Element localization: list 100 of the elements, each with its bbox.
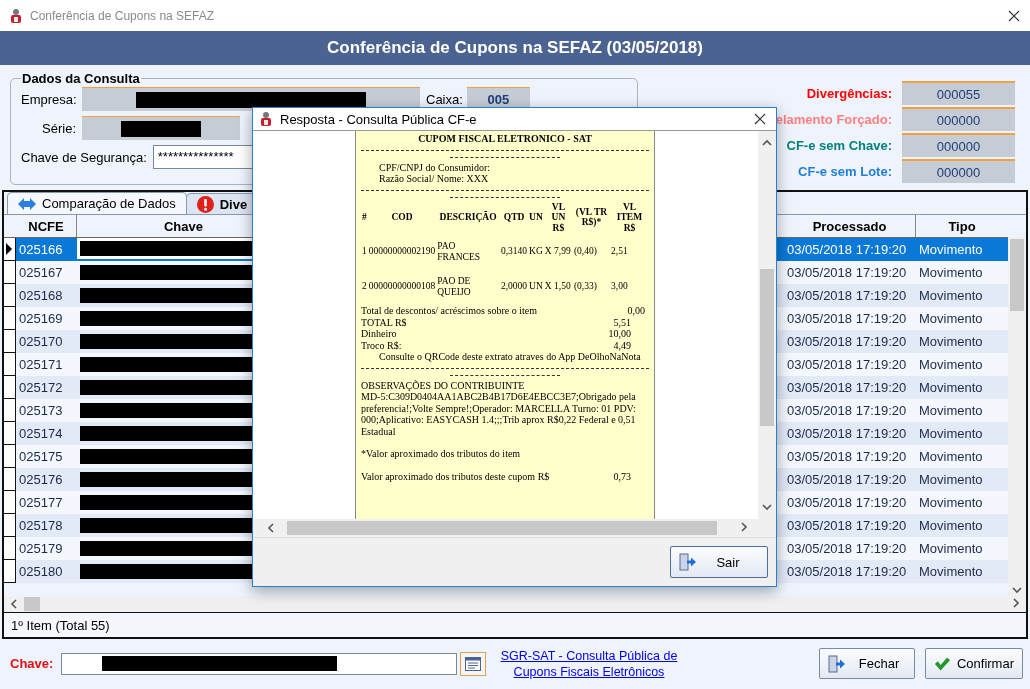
- receipt-cell-text: 00000000002190: [367, 245, 437, 259]
- receipt-cell-text: X 1,50: [543, 280, 572, 294]
- table-cell-text: 025166: [18, 241, 64, 259]
- table-cell-text: 03/05/2018 17:19:20: [786, 517, 908, 535]
- field-label: Chave:: [10, 656, 55, 671]
- receipt-column-header: VL UN R$: [550, 201, 567, 233]
- table-cell-text: Movimento: [918, 264, 984, 282]
- receipt-cell-text: 00000000000108: [367, 280, 437, 294]
- table-cell-text: 03/05/2018 17:19:20: [786, 264, 908, 282]
- table-cell-text: 025179: [18, 540, 64, 558]
- receipt-column-header: DESCRIÇÃO: [438, 210, 498, 224]
- table-cell-text: 025174: [18, 425, 64, 443]
- receipt-cell-text: UN: [528, 280, 544, 294]
- table-cell-text: 03/05/2018 17:19:20: [786, 402, 908, 420]
- group-title: Dados da Consulta: [21, 71, 141, 86]
- receipt-cell-text: 0,3140: [500, 245, 529, 259]
- table-cell-text: 03/05/2018 17:19:20: [786, 563, 908, 581]
- table-cell-text: 03/05/2018 17:19:20: [786, 448, 908, 466]
- table-cell-text: 025171: [18, 356, 64, 374]
- table-cell-text: 025168: [18, 287, 64, 305]
- counter-value: 000000: [902, 107, 1015, 131]
- table-cell-text: Movimento: [918, 540, 984, 558]
- receipt-cell-text: KG: [528, 245, 544, 259]
- receipt-column-header: VL ITEM R$: [615, 201, 644, 233]
- table-cell-text: 025175: [18, 448, 64, 466]
- table-cell-text: 03/05/2018 17:19:20: [786, 540, 908, 558]
- table-cell-text: 025170: [18, 333, 64, 351]
- status-text: 1º Item (Total 55): [11, 617, 110, 633]
- table-cell-text: Movimento: [918, 448, 984, 466]
- receipt-text: *Valor aproximado dos tributos do item: [361, 448, 522, 460]
- counter-label: Divergências:: [806, 85, 892, 101]
- table-cell-text: Movimento: [918, 241, 984, 259]
- table-cell-text: 03/05/2018 17:19:20: [786, 494, 908, 512]
- table-cell-text: Movimento: [918, 379, 984, 397]
- total-label: Dinheiro: [361, 328, 397, 340]
- receipt-cell-text: 1: [361, 245, 368, 259]
- table-cell-text: Movimento: [918, 287, 984, 305]
- receipt-cell-text: (0,40): [572, 245, 598, 259]
- receipt-column-header: UN: [528, 211, 544, 224]
- receipt-cell-text: 3,00: [610, 280, 629, 294]
- total-value: 0,73: [613, 470, 631, 482]
- table-cell-text: 03/05/2018 17:19:20: [786, 241, 908, 259]
- total-label: Total de descontos/ acréscimos sobre o item: [361, 305, 537, 317]
- receipt-text: Consulte o QRCode deste extrato atraves do App DeOlhoNaNota: [378, 351, 642, 363]
- total-value: 10,00: [608, 328, 631, 340]
- table-cell-text: 025177: [18, 494, 64, 512]
- receipt-cell-text: 2,51: [610, 245, 629, 259]
- receipt-heading: CUPOM FISCAL ELETRONICO - SAT: [417, 133, 593, 145]
- counter-label: CF-e sem Lote:: [798, 163, 892, 179]
- table-cell-text: 03/05/2018 17:19:20: [786, 333, 908, 351]
- total-value: 4,49: [613, 339, 631, 351]
- total-value: 5,51: [613, 316, 631, 328]
- table-cell-text: 03/05/2018 17:19:20: [786, 310, 908, 328]
- field-label: Empresa:: [21, 91, 76, 107]
- total-label: Troco R$:: [361, 339, 402, 351]
- receipt-cell-text: X 7,99: [543, 245, 572, 259]
- table-cell-text: Movimento: [918, 471, 984, 489]
- table-cell-text: 025180: [18, 563, 64, 581]
- receipt-cell-text: 2,0000: [500, 280, 529, 294]
- receipt-column-header: (VL TR R$)*: [574, 205, 609, 230]
- table-cell-text: 025173: [18, 402, 64, 420]
- counter-value: 000000: [902, 133, 1015, 157]
- receipt-cell-text: 2: [361, 280, 368, 294]
- counter-value: 000055: [902, 81, 1015, 105]
- table-cell-text: Movimento: [918, 310, 984, 328]
- header-title: Conferência de Cupons na SEFAZ (03/05/2018): [327, 38, 703, 58]
- counter-label: elamento Forçado:: [775, 111, 892, 127]
- total-value: 0,00: [627, 305, 645, 317]
- table-cell-text: 03/05/2018 17:19:20: [786, 379, 908, 397]
- counter-label: CF-e sem Chave:: [786, 137, 892, 153]
- dialog-title: Resposta - Consulta Pública CF-e: [280, 111, 477, 127]
- receipt-cell-text: (0,33): [572, 280, 598, 294]
- table-cell-text: Movimento: [918, 333, 984, 351]
- field-label: Caixa:: [426, 91, 463, 107]
- receipt-column-header: #: [361, 211, 368, 224]
- receipt-column-header: QTD: [502, 211, 526, 224]
- table-cell-text: 025178: [18, 517, 64, 535]
- receipt-text: OBSERVAÇÕES DO CONTRIBUINTE: [361, 379, 526, 391]
- receipt-cell-text: PAO DE QUEIJO: [436, 275, 472, 299]
- counter-value: 000000: [902, 159, 1015, 183]
- window-title: Conferência de Cupons na SEFAZ: [30, 8, 215, 23]
- table-cell-text: 025167: [18, 264, 64, 282]
- table-cell-text: Movimento: [918, 494, 984, 512]
- field-label: Chave de Segurança:: [21, 149, 147, 165]
- receipt-text: Razão Social/ Nome: XXX: [378, 173, 490, 185]
- field-label: Série:: [41, 120, 76, 136]
- table-cell-text: 025172: [18, 379, 64, 397]
- total-label: TOTAL R$: [361, 316, 407, 328]
- table-cell-text: Movimento: [918, 563, 984, 581]
- table-cell-text: 03/05/2018 17:19:20: [786, 356, 908, 374]
- table-cell-text: 03/05/2018 17:19:20: [786, 425, 908, 443]
- table-cell-text: Movimento: [918, 425, 984, 443]
- receipt-column-header: COD: [390, 211, 414, 224]
- table-cell-text: Movimento: [918, 402, 984, 420]
- table-cell-text: 025176: [18, 471, 64, 489]
- table-cell-text: 03/05/2018 17:19:20: [786, 471, 908, 489]
- total-label: Valor aproximado dos tributos deste cupom R$: [361, 470, 550, 482]
- receipt-text: CPF/CNPJ do Consumidor:: [378, 161, 492, 173]
- table-cell-text: Movimento: [918, 517, 984, 535]
- table-cell-text: 03/05/2018 17:19:20: [786, 287, 908, 305]
